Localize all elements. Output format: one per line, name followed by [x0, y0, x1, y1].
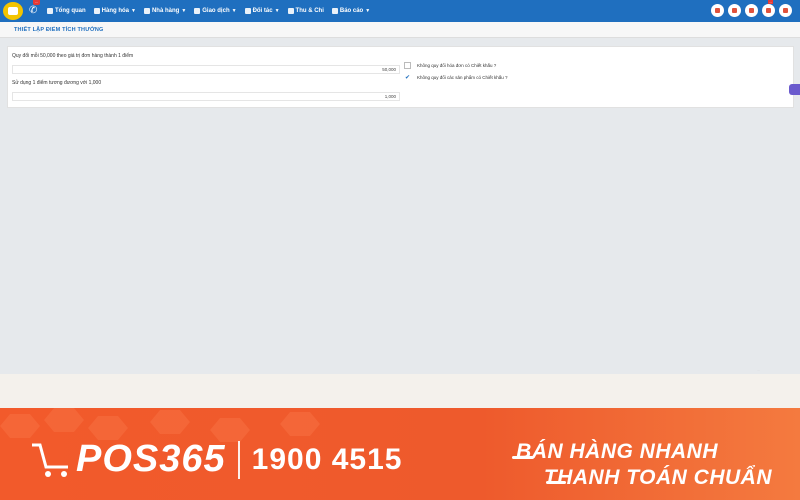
notification-badge: ... [767, 0, 773, 4]
phone-badge: ... [33, 0, 41, 5]
decor-hexagon [280, 412, 320, 436]
caret-down-icon: ▼ [181, 8, 187, 14]
phone-icon[interactable]: ✆ ... [29, 0, 41, 18]
products-icon [93, 8, 100, 14]
top-navigation-bar: ✆ ... Tổng quan Hàng hóa ▼ Nhà hàng ▼ Giao… [0, 0, 800, 26]
cashbook-icon [287, 8, 294, 14]
content-area: THIẾT LẬP ĐIỂM TÍCH THƯỞNG Quy đổi mỗi 5… [0, 22, 800, 374]
gift-icon[interactable] [762, 4, 775, 17]
brand-name: POS365 [76, 438, 226, 480]
loyalty-settings-panel: Quy đổi mỗi 50,000 theo giá trị đơn hàng… [7, 46, 794, 108]
page-title: THIẾT LẬP ĐIỂM TÍCH THƯỞNG [14, 26, 104, 33]
nav-label: Nhà hàng [151, 8, 180, 14]
decor-hexagon [150, 410, 190, 434]
divider [237, 440, 240, 479]
decor-hexagon [88, 416, 128, 440]
location-icon[interactable] [745, 4, 758, 17]
nav-label: Thu & Chi [295, 8, 324, 14]
app-logo-icon[interactable] [3, 2, 23, 20]
convert-label: Quy đổi mỗi 50,000 theo giá trị đơn hàng… [12, 53, 134, 59]
toolbar-icons [707, 4, 792, 17]
option-label: Không quy đổi các sản phẩm có Chiết khấu… [417, 75, 508, 80]
nav-item-products[interactable]: Hàng hóa ▼ [93, 8, 136, 14]
nav-label: Báo cáo [339, 8, 364, 14]
brand-block: POS365 1900 4515 [30, 438, 402, 481]
transactions-icon [194, 8, 201, 14]
convert-amount-input[interactable]: 50,000 [12, 65, 400, 74]
use-label: Sử dụng 1 điểm tương đương với 1,000 [12, 80, 102, 86]
caret-down-icon: ▼ [231, 8, 237, 14]
nav-item-restaurant[interactable]: Nhà hàng ▼ [143, 8, 187, 14]
option-exclude-discounted-invoices[interactable]: Không quy đổi hóa đơn có Chiết khấu ? [404, 62, 496, 69]
footnote: ... [757, 368, 760, 372]
nav-label: Hàng hóa [101, 8, 130, 14]
shopping-cart-logo-icon [32, 443, 68, 477]
nav-label: Đối tác [252, 8, 273, 14]
nav-item-transactions[interactable]: Giao dịch ▼ [194, 8, 237, 14]
checkbox[interactable]: ✔ [404, 74, 411, 81]
caret-down-icon: ▼ [365, 8, 371, 14]
caret-down-icon: ▼ [274, 8, 280, 14]
nav-item-reports[interactable]: Báo cáo ▼ [331, 8, 371, 14]
slogan-line-1: BÁN HÀNG NHANH [516, 440, 718, 463]
option-exclude-discounted-products[interactable]: ✔ Không quy đổi các sản phẩm có Chiết kh… [404, 74, 508, 81]
nav-label: Giao dịch [202, 8, 230, 14]
settings-icon[interactable] [779, 4, 792, 17]
partners-icon [244, 8, 251, 14]
decor-hexagon [44, 408, 84, 432]
nav-item-partners[interactable]: Đối tác ▼ [244, 8, 280, 14]
edit-icon[interactable] [728, 4, 741, 17]
slogan-line-2: THANH TOÁN CHUẨN [543, 466, 772, 489]
main-nav: Tổng quan Hàng hóa ▼ Nhà hàng ▼ Giao dịch ▼… [47, 8, 378, 14]
nav-label: Tổng quan [55, 8, 86, 14]
checkbox[interactable] [404, 62, 411, 69]
page-header: THIẾT LẬP ĐIỂM TÍCH THƯỞNG [0, 22, 800, 38]
restaurant-icon [143, 8, 150, 14]
chat-icon[interactable] [789, 84, 800, 95]
caret-down-icon: ▼ [131, 8, 136, 14]
reports-icon [331, 8, 338, 14]
dashboard-icon [47, 8, 53, 14]
nav-item-overview[interactable]: Tổng quan [47, 8, 86, 14]
option-label: Không quy đổi hóa đơn có Chiết khấu ? [417, 63, 497, 68]
hotline-number: 1900 4515 [251, 442, 403, 476]
decor-hexagon [0, 414, 40, 438]
cart-icon[interactable] [711, 4, 724, 17]
promo-banner: POS365 1900 4515 BÁN HÀNG NHANH THANH TO… [0, 374, 800, 500]
nav-item-cashbook[interactable]: Thu & Chi [287, 8, 324, 14]
point-value-input[interactable]: 1,000 [12, 92, 400, 101]
